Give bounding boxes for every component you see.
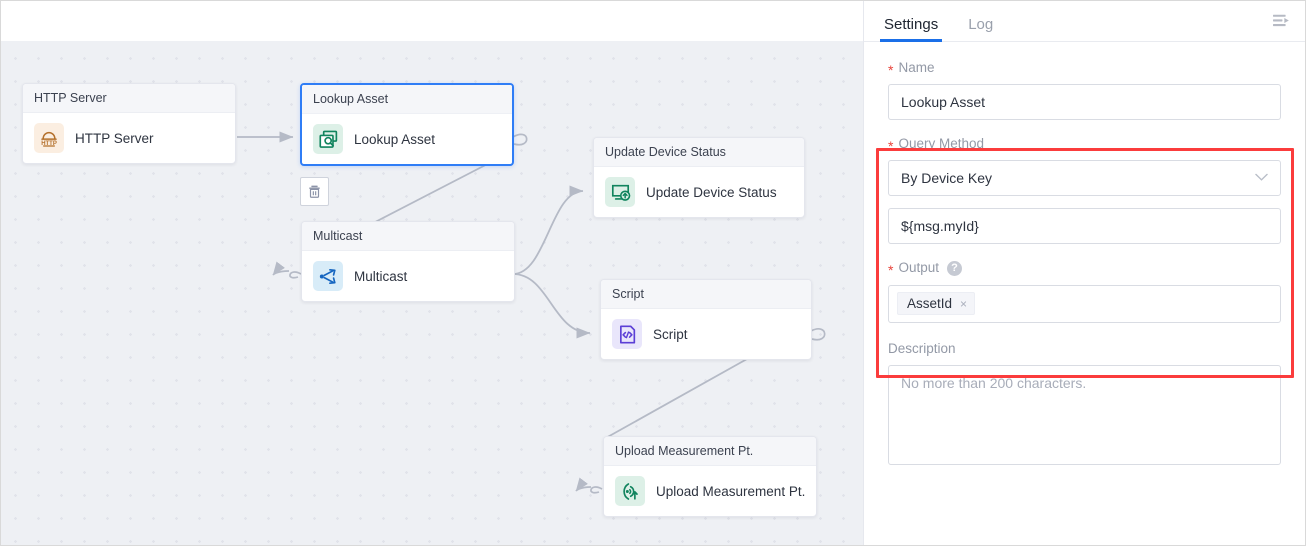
flow-node-label: Script: [653, 326, 688, 342]
chevron-down-icon: [1255, 171, 1268, 185]
settings-form: * Name * Query Method By Device Key: [864, 42, 1305, 545]
flow-node-http-server[interactable]: HTTP Server HTTP HTTP Server: [22, 83, 236, 164]
description-textarea[interactable]: [888, 364, 1281, 465]
flow-node-title: Lookup Asset: [302, 85, 512, 114]
field-output: * Output ? AssetId ×: [888, 260, 1281, 323]
flow-node-upload-measurement-pt[interactable]: Upload Measurement Pt. Upload Measuremen…: [603, 436, 817, 517]
field-query-method-label: * Query Method: [888, 136, 1281, 155]
script-icon: [612, 319, 642, 349]
workflow-editor: HTTP Server HTTP HTTP Server Lookup Asse…: [0, 0, 1306, 546]
flow-node-multicast[interactable]: Multicast Multicast: [301, 221, 515, 302]
field-query-method: * Query Method By Device Key: [888, 136, 1281, 197]
field-description-label: Description: [888, 341, 1281, 357]
flow-node-body: HTTP HTTP Server: [23, 113, 235, 163]
flow-node-update-device-status[interactable]: Update Device Status Update Device Statu…: [593, 137, 805, 218]
required-asterisk: *: [888, 62, 894, 79]
help-icon[interactable]: ?: [946, 260, 962, 276]
flow-node-title: HTTP Server: [23, 84, 235, 113]
field-name: * Name: [888, 60, 1281, 121]
flow-node-label: HTTP Server: [75, 130, 154, 146]
output-tag-input[interactable]: AssetId ×: [888, 284, 1281, 323]
label-text: Query Method: [898, 136, 984, 152]
lookup-asset-icon: [313, 124, 343, 154]
flow-node-body: Lookup Asset: [302, 114, 512, 164]
flow-node-title: Update Device Status: [594, 138, 804, 167]
field-query-value: [888, 208, 1281, 245]
field-description: Description: [888, 341, 1281, 470]
flow-node-body: Multicast: [302, 251, 514, 301]
label-text: Description: [888, 340, 956, 356]
tab-log[interactable]: Log: [966, 17, 995, 41]
flow-node-body: Update Device Status: [594, 167, 804, 217]
flow-node-label: Multicast: [354, 268, 408, 284]
flow-node-body: Script: [601, 309, 811, 359]
delete-node-button[interactable]: [300, 177, 329, 206]
flow-node-label: Upload Measurement Pt.: [656, 483, 806, 499]
output-tag[interactable]: AssetId ×: [897, 292, 976, 316]
field-output-label: * Output ?: [888, 260, 1281, 279]
canvas-toolbar: [1, 1, 863, 41]
trash-icon: [309, 185, 320, 198]
panel-tab-bar: Settings Log: [864, 1, 1305, 42]
flow-node-lookup-asset[interactable]: Lookup Asset Lookup Asset: [300, 83, 514, 166]
flow-node-title: Multicast: [302, 222, 514, 251]
multicast-icon: [313, 261, 343, 291]
flow-node-body: Upload Measurement Pt.: [604, 466, 816, 516]
flow-node-label: Lookup Asset: [354, 131, 436, 147]
remove-tag-icon[interactable]: ×: [960, 298, 967, 310]
flow-node-script[interactable]: Script Script: [600, 279, 812, 360]
flow-canvas-region: HTTP Server HTTP HTTP Server Lookup Asse…: [1, 1, 863, 545]
flow-node-label: Update Device Status: [646, 184, 777, 200]
panel-collapse-icon[interactable]: [1269, 8, 1295, 34]
query-value-input[interactable]: [888, 208, 1281, 245]
http-server-icon: HTTP: [34, 123, 64, 153]
upload-measurement-icon: [615, 476, 645, 506]
settings-panel: Settings Log * Name Lookup Asset * Query…: [863, 1, 1305, 545]
query-method-value: By Device Key: [901, 170, 993, 187]
label-text: Name: [898, 60, 935, 75]
update-device-status-icon: [605, 177, 635, 207]
label-text: Output: [898, 260, 939, 276]
flow-node-title: Upload Measurement Pt.: [604, 437, 816, 466]
required-asterisk: *: [888, 262, 894, 279]
flow-canvas[interactable]: HTTP Server HTTP HTTP Server Lookup Asse…: [1, 41, 863, 545]
required-asterisk: *: [888, 138, 894, 155]
tab-settings[interactable]: Settings: [879, 17, 943, 42]
field-name-label: * Name: [888, 60, 1281, 79]
name-input[interactable]: [888, 84, 1281, 121]
query-method-select[interactable]: By Device Key: [888, 160, 1281, 197]
flow-node-title: Script: [601, 280, 811, 309]
output-tag-label: AssetId: [907, 296, 953, 312]
